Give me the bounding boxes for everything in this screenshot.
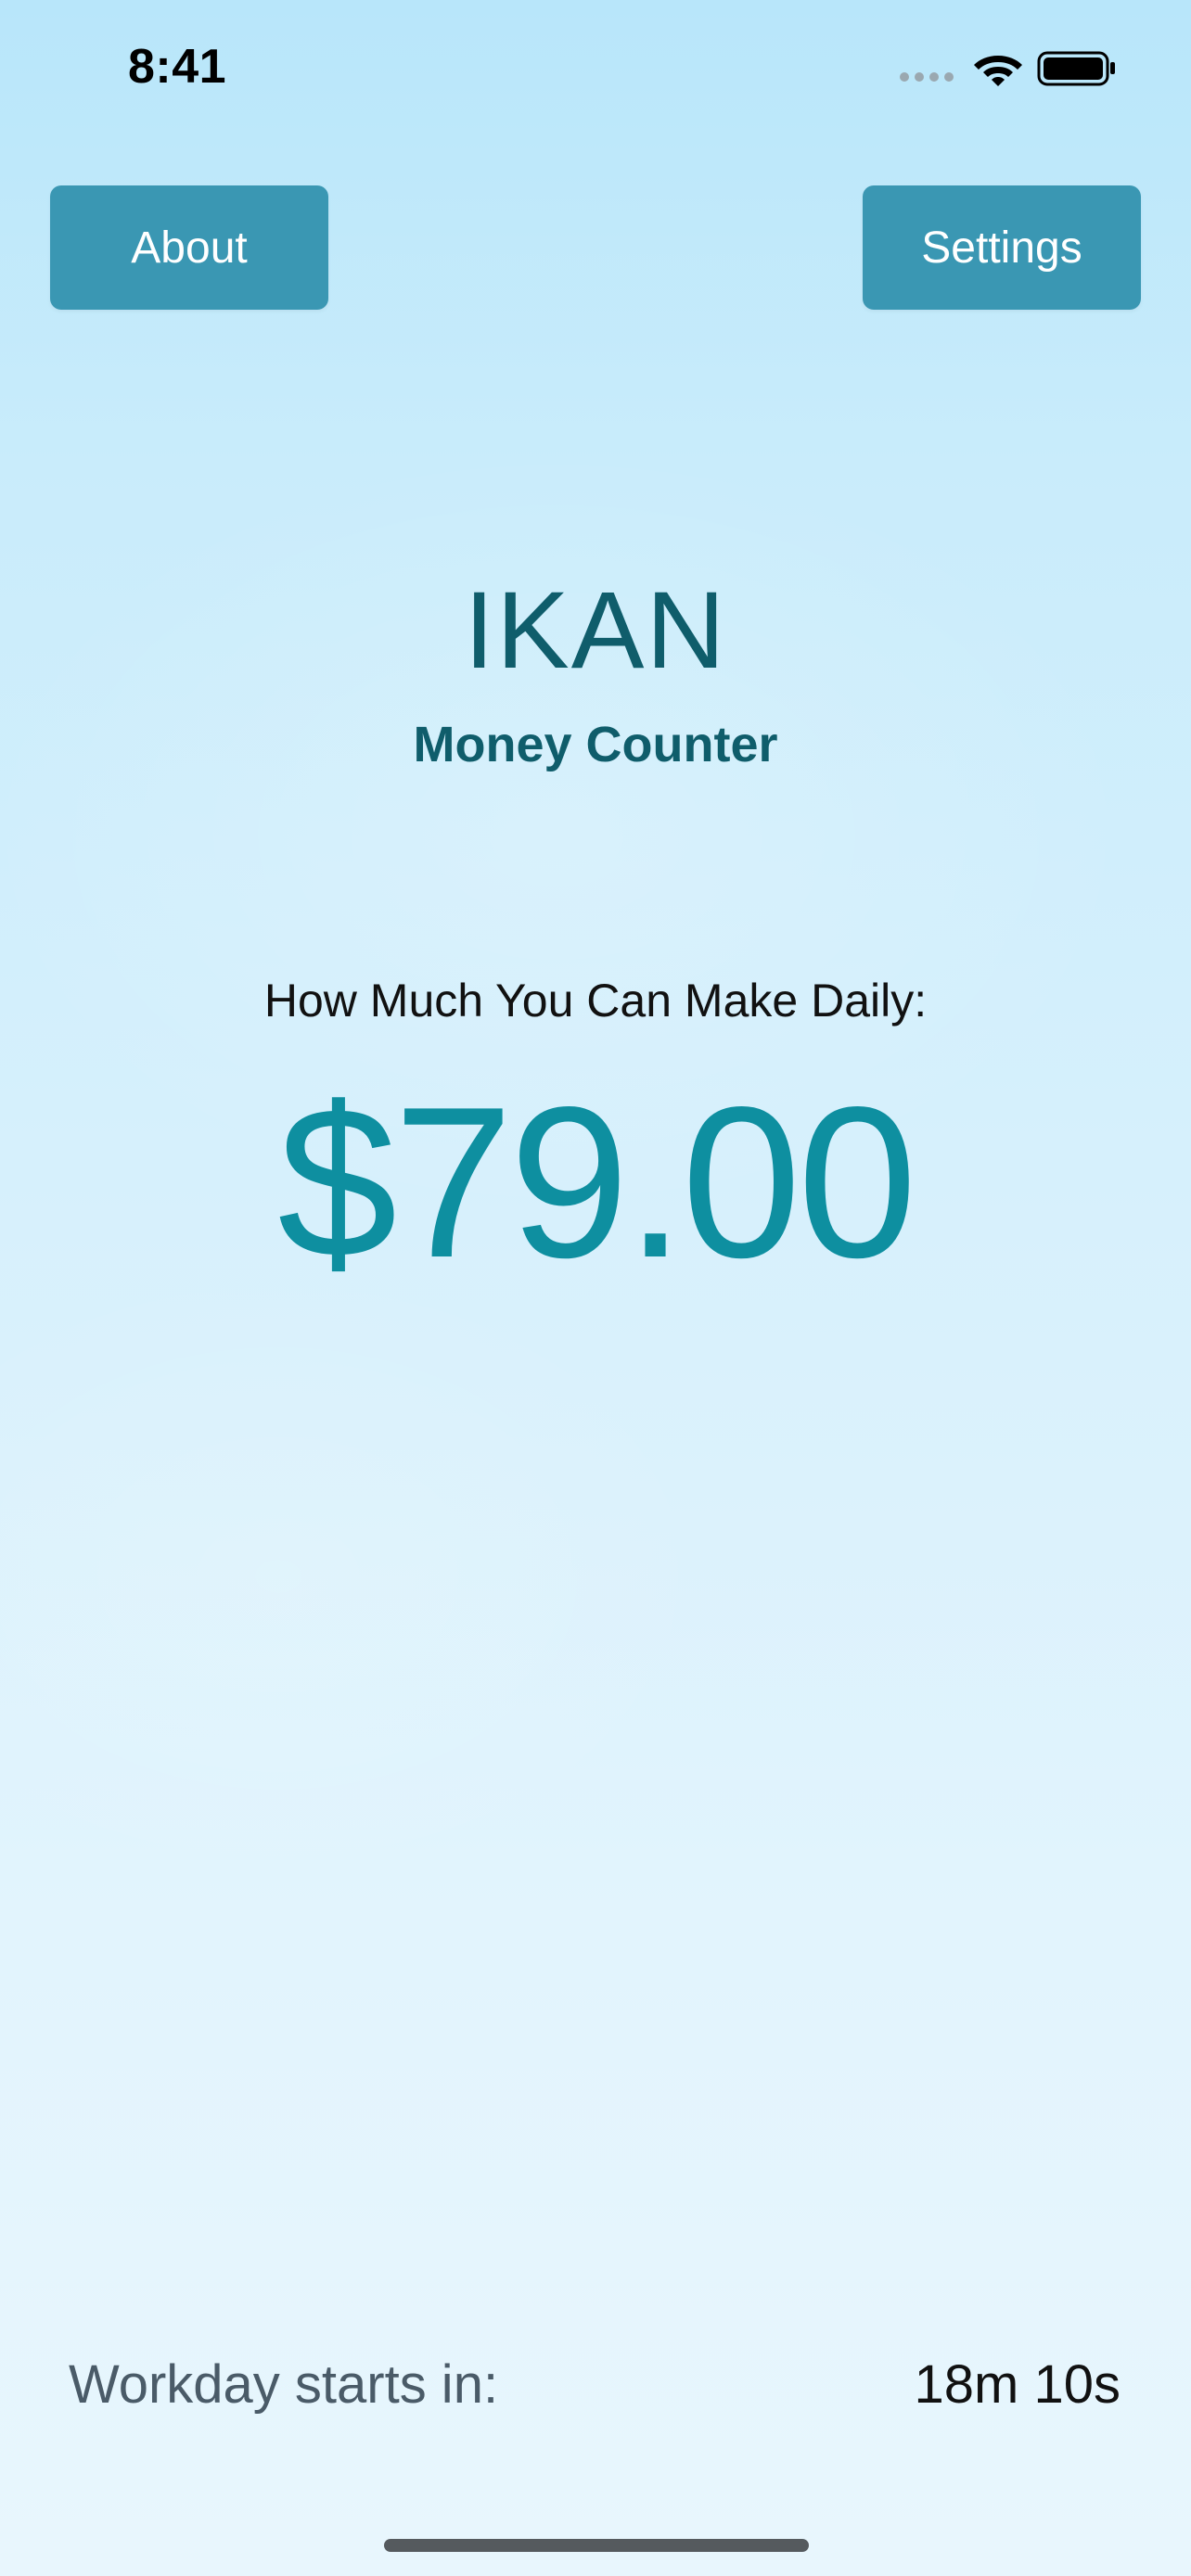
status-time: 8:41 [128,40,227,94]
settings-button[interactable]: Settings [863,185,1141,310]
workday-label: Workday starts in: [69,2354,499,2415]
daily-earnings-amount: $79.00 [277,1063,917,1303]
signal-icon [900,72,955,82]
app-title: IKAN [464,569,727,692]
app-subtitle: Money Counter [413,717,778,772]
daily-earnings-label: How Much You Can Make Daily: [263,975,928,1027]
workday-countdown: 18m 10s [914,2354,1121,2415]
wifi-icon [974,56,1022,86]
status-bar: 8:41 [0,0,1191,139]
about-button[interactable]: About [50,185,328,310]
battery-icon [1037,51,1115,86]
home-indicator[interactable] [384,2539,809,2552]
